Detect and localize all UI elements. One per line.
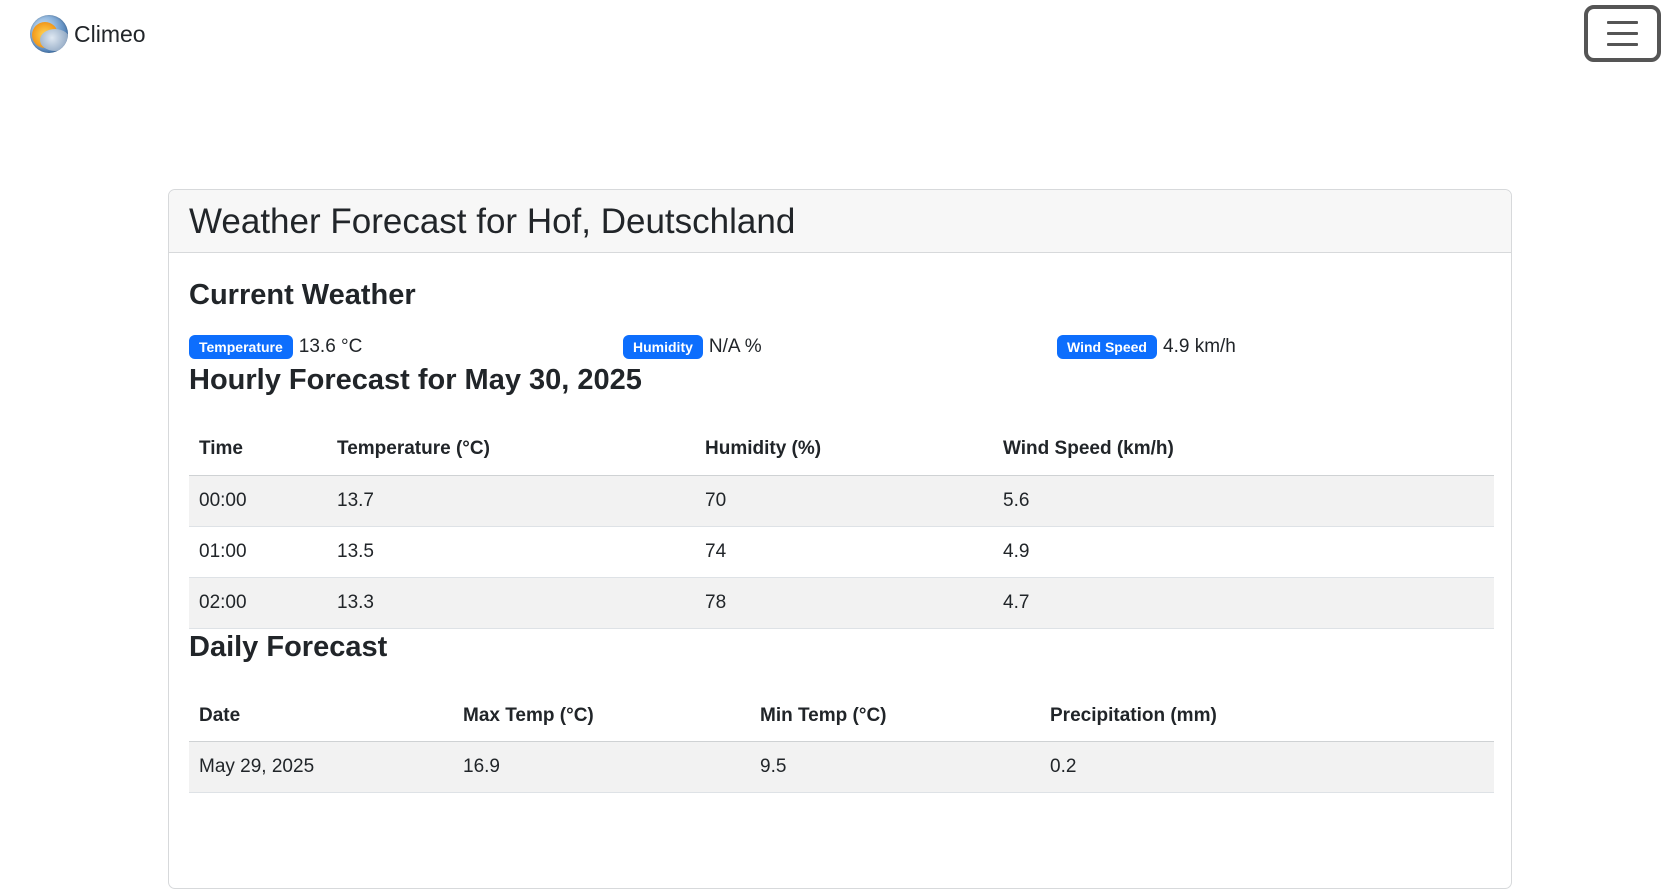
column-header: Min Temp (°C) [750,690,1040,742]
table-cell: 0.2 [1040,741,1494,793]
column-header: Humidity (%) [695,424,993,476]
current-temperature: Temperature 13.6 °C [189,335,623,359]
table-cell: 13.3 [327,577,695,629]
current-weather-title: Current Weather [189,279,416,311]
column-header: Precipitation (mm) [1040,690,1494,742]
table-cell: 5.6 [993,475,1494,527]
daily-forecast-title: Daily Forecast [189,630,388,663]
card-body: Current Weather Temperature 13.6 °C Humi… [169,253,1511,793]
wind-speed-value: 4.9 km/h [1163,336,1236,357]
table-row: 02:00 13.3 78 4.7 [189,577,1494,629]
card-header: Weather Forecast for Hof, Deutschland [169,190,1511,253]
table-cell: 00:00 [189,475,327,527]
humidity-value: N/A % [708,336,762,357]
forecast-card: Weather Forecast for Hof, Deutschland Cu… [168,189,1512,889]
current-wind-speed: Wind Speed 4.9 km/h [1057,335,1491,359]
table-cell: 9.5 [750,741,1040,793]
table-cell: 74 [695,526,993,578]
wind-speed-badge: Wind Speed [1057,335,1157,359]
table-cell: 13.7 [327,475,695,527]
table-cell: 4.9 [993,526,1494,578]
column-header: Wind Speed (km/h) [993,424,1494,476]
table-cell: 4.7 [993,577,1494,629]
table-row: 01:00 13.5 74 4.9 [189,526,1494,578]
column-header: Max Temp (°C) [453,690,750,742]
hamburger-menu-icon [1607,21,1638,24]
column-header: Temperature (°C) [327,424,695,476]
table-cell: 01:00 [189,526,327,578]
table-cell: 02:00 [189,577,327,629]
current-weather-row: Temperature 13.6 °C Humidity N/A % Wind … [189,332,1491,362]
temperature-value: 13.6 °C [298,336,363,357]
table-row: 00:00 13.7 70 5.6 [189,475,1494,527]
humidity-badge: Humidity [623,335,703,359]
hourly-forecast-title: Hourly Forecast for May 30, 2025 [189,364,642,396]
sun-cloud-logo-icon [30,15,68,53]
table-header-row: Date Max Temp (°C) Min Temp (°C) Precipi… [189,690,1494,742]
table-cell: 16.9 [453,741,750,793]
hamburger-menu-button[interactable] [1584,5,1661,62]
table-header-row: Time Temperature (°C) Humidity (%) Wind … [189,424,1494,476]
column-header: Date [189,690,453,742]
page-title: Weather Forecast for Hof, Deutschland [189,202,796,241]
brand-link[interactable]: Climeo [30,15,146,53]
table-row: May 29, 2025 16.9 9.5 0.2 [189,741,1494,793]
table-cell: 78 [695,577,993,629]
table-cell: 70 [695,475,993,527]
table-cell: 13.5 [327,526,695,578]
table-cell: May 29, 2025 [189,741,453,793]
current-humidity: Humidity N/A % [623,335,1057,359]
daily-forecast-table: Date Max Temp (°C) Min Temp (°C) Precipi… [189,690,1494,793]
hourly-forecast-table: Time Temperature (°C) Humidity (%) Wind … [189,424,1494,629]
column-header: Time [189,424,327,476]
navbar: Climeo [0,0,1671,66]
brand-name: Climeo [74,21,146,47]
temperature-badge: Temperature [189,335,293,359]
